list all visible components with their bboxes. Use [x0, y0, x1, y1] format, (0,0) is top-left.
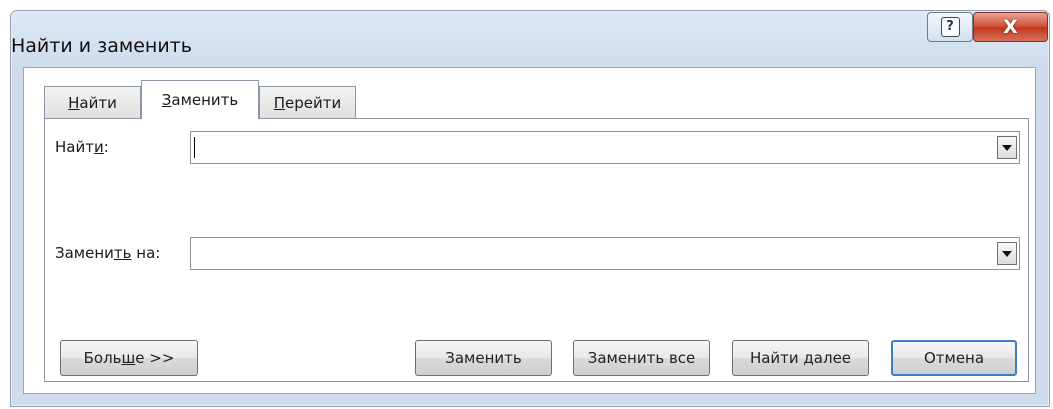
text-cursor: [194, 137, 195, 158]
replace-input[interactable]: [191, 238, 996, 269]
chevron-down-icon: [1002, 144, 1012, 151]
replace-dropdown-button[interactable]: [997, 242, 1017, 265]
find-label: Найти:: [55, 138, 109, 156]
replace-all-button[interactable]: Заменить все: [573, 340, 710, 376]
chevron-down-icon: [1002, 250, 1012, 257]
find-dropdown-button[interactable]: [997, 136, 1017, 159]
find-combobox: [190, 131, 1020, 164]
close-icon: X: [1003, 16, 1018, 38]
dialog-client-area: Найти Заменить Перейти Найти: Заменить н…: [23, 67, 1036, 394]
tab-goto[interactable]: Перейти: [259, 86, 356, 118]
tab-replace[interactable]: Заменить: [141, 80, 259, 119]
find-input[interactable]: [191, 132, 996, 163]
find-next-button[interactable]: Найти далее: [732, 340, 869, 376]
tab-replace-label: Заменить: [161, 91, 239, 109]
replace-tab-panel: Найти: Заменить на: Больше >> Заменить З…: [44, 118, 1029, 382]
tab-find[interactable]: Найти: [44, 86, 141, 118]
more-button-label: Больше >>: [83, 349, 175, 367]
replace-button[interactable]: Заменить: [415, 340, 552, 376]
replace-with-label: Заменить на:: [55, 244, 161, 262]
cancel-button[interactable]: Отмена: [891, 340, 1017, 376]
find-replace-dialog: Найти и заменить ? X Найти Заменить Пере…: [10, 10, 1050, 407]
dialog-title: Найти и заменить: [11, 35, 192, 57]
help-button[interactable]: ?: [927, 12, 973, 42]
replace-combobox: [190, 237, 1020, 270]
close-button[interactable]: X: [973, 12, 1048, 42]
more-button[interactable]: Больше >>: [60, 340, 198, 376]
tab-goto-label: Перейти: [273, 93, 342, 112]
help-icon: ?: [940, 17, 960, 37]
tab-find-label: Найти: [68, 93, 117, 112]
